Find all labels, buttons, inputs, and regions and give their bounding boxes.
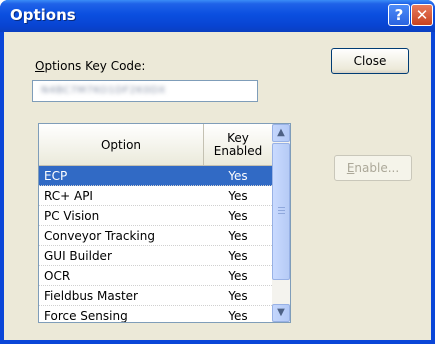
table-row[interactable]: Force Sensing Yes bbox=[39, 306, 272, 323]
key-code-label-text: ptions Key Code: bbox=[44, 59, 146, 73]
options-dialog: Options ? ✕ Options Key Code: N4BC7M7KO1… bbox=[0, 0, 435, 344]
table-row[interactable]: Fieldbus Master Yes bbox=[39, 286, 272, 306]
table-row[interactable]: PC Vision Yes bbox=[39, 206, 272, 226]
scroll-down-button[interactable]: ▼ bbox=[272, 304, 290, 322]
column-header-key-enabled[interactable]: Key Enabled bbox=[204, 124, 272, 165]
column-header-option[interactable]: Option bbox=[39, 124, 204, 165]
close-icon: ✕ bbox=[415, 6, 429, 24]
help-button[interactable]: ? bbox=[388, 4, 410, 26]
key-enabled-value: Yes bbox=[228, 269, 248, 283]
options-list[interactable]: Option Key Enabled ECP Yes RC+ API Yes PC Vis… bbox=[38, 123, 291, 323]
key-enabled-value: Yes bbox=[228, 229, 248, 243]
scroll-up-button[interactable]: ▲ bbox=[272, 124, 290, 142]
key-code-label: Options Key Code: bbox=[35, 59, 145, 73]
table-row[interactable]: GUI Builder Yes bbox=[39, 246, 272, 266]
table-row[interactable]: ECP Yes bbox=[39, 166, 272, 186]
chevron-up-icon: ▲ bbox=[277, 127, 285, 138]
key-enabled-value: Yes bbox=[228, 169, 248, 183]
table-row[interactable]: OCR Yes bbox=[39, 266, 272, 286]
option-name: Conveyor Tracking bbox=[44, 229, 155, 243]
close-button[interactable]: Close bbox=[331, 48, 409, 74]
table-row[interactable]: RC+ API Yes bbox=[39, 186, 272, 206]
option-name: OCR bbox=[44, 269, 71, 283]
vertical-scrollbar[interactable]: ▲ ▼ bbox=[272, 124, 290, 322]
scroll-thumb[interactable] bbox=[272, 143, 290, 280]
table-row[interactable]: Conveyor Tracking Yes bbox=[39, 226, 272, 246]
title-bar[interactable]: Options ? ✕ bbox=[0, 0, 435, 32]
key-code-value: N4BC7M7KO1DF2K0DX bbox=[41, 85, 166, 96]
option-name: Force Sensing bbox=[44, 309, 128, 323]
grip-line bbox=[278, 213, 285, 214]
list-header: Option Key Enabled bbox=[39, 124, 272, 166]
enable-label: nable... bbox=[354, 161, 400, 175]
help-icon: ? bbox=[394, 6, 404, 24]
key-enabled-value: Yes bbox=[228, 309, 248, 323]
grip-line bbox=[278, 210, 285, 211]
option-name: GUI Builder bbox=[44, 249, 112, 263]
grip-line bbox=[278, 207, 285, 208]
column-key-enabled-line2: Enabled bbox=[213, 143, 263, 158]
option-name: ECP bbox=[44, 169, 68, 183]
dialog-body: Options Key Code: N4BC7M7KO1DF2K0DX Clos… bbox=[4, 32, 431, 340]
option-name: Fieldbus Master bbox=[44, 289, 138, 303]
enable-button[interactable]: Enable... bbox=[334, 155, 412, 181]
chevron-down-icon: ▼ bbox=[277, 307, 285, 318]
column-key-enabled-line1: Key bbox=[227, 130, 249, 145]
key-enabled-value: Yes bbox=[228, 189, 248, 203]
key-enabled-value: Yes bbox=[228, 209, 248, 223]
window-title: Options bbox=[10, 6, 76, 24]
option-name: PC Vision bbox=[44, 209, 100, 223]
key-enabled-value: Yes bbox=[228, 249, 248, 263]
close-window-button[interactable]: ✕ bbox=[411, 4, 433, 26]
list-rows: ECP Yes RC+ API Yes PC Vision Yes Conveyor Tra… bbox=[39, 166, 272, 323]
option-name: RC+ API bbox=[44, 189, 93, 203]
key-code-field[interactable]: N4BC7M7KO1DF2K0DX bbox=[32, 80, 258, 102]
key-enabled-value: Yes bbox=[228, 289, 248, 303]
column-option-label: Option bbox=[100, 137, 142, 152]
column-key-enabled-label: Key Enabled bbox=[213, 130, 263, 158]
